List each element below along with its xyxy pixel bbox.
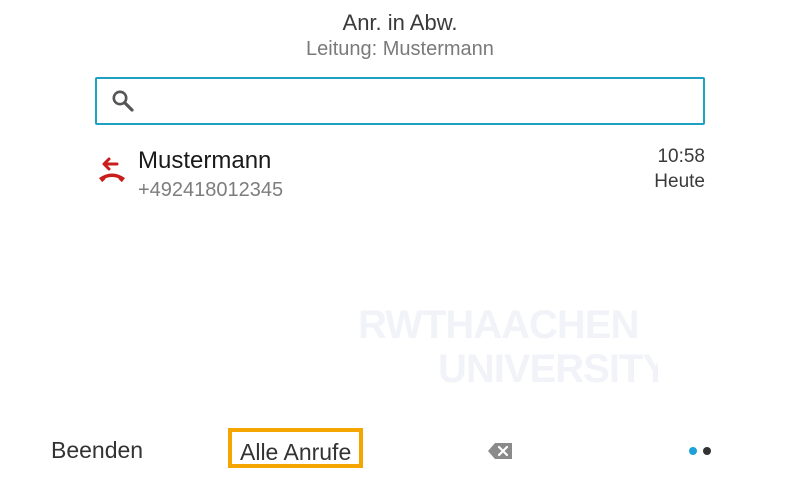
- university-logo-watermark: RWTHAACHEN UNIVERSITY: [358, 298, 670, 391]
- svg-text:UNIVERSITY: UNIVERSITY: [438, 347, 658, 388]
- search-icon: [111, 89, 135, 113]
- call-day: Heute: [654, 171, 705, 192]
- line-subtitle: Leitung: Mustermann: [306, 38, 494, 60]
- end-button[interactable]: Beenden: [51, 437, 143, 464]
- softkey-bar: Beenden Alle Anrufe: [0, 425, 800, 478]
- call-history-screen: Anr. in Abw. Leitung: Mustermann Musterm…: [0, 0, 800, 478]
- list-item[interactable]: Mustermann +492418012345 10:58 Heute: [95, 140, 705, 210]
- page-dot-inactive: [703, 447, 711, 455]
- backspace-icon[interactable]: [487, 442, 513, 460]
- caller-name: Mustermann: [138, 147, 272, 174]
- missed-call-icon: [97, 156, 127, 186]
- page-indicator: [688, 446, 714, 456]
- all-calls-button[interactable]: Alle Anrufe: [228, 428, 364, 468]
- search-input[interactable]: [147, 85, 691, 117]
- page-title: Anr. in Abw.: [342, 10, 458, 35]
- page-dot-active: [689, 447, 697, 455]
- svg-text:RWTHAACHEN: RWTHAACHEN: [358, 303, 638, 347]
- call-time: 10:58: [657, 146, 705, 167]
- search-box[interactable]: [95, 77, 705, 125]
- caller-number: +492418012345: [138, 179, 284, 201]
